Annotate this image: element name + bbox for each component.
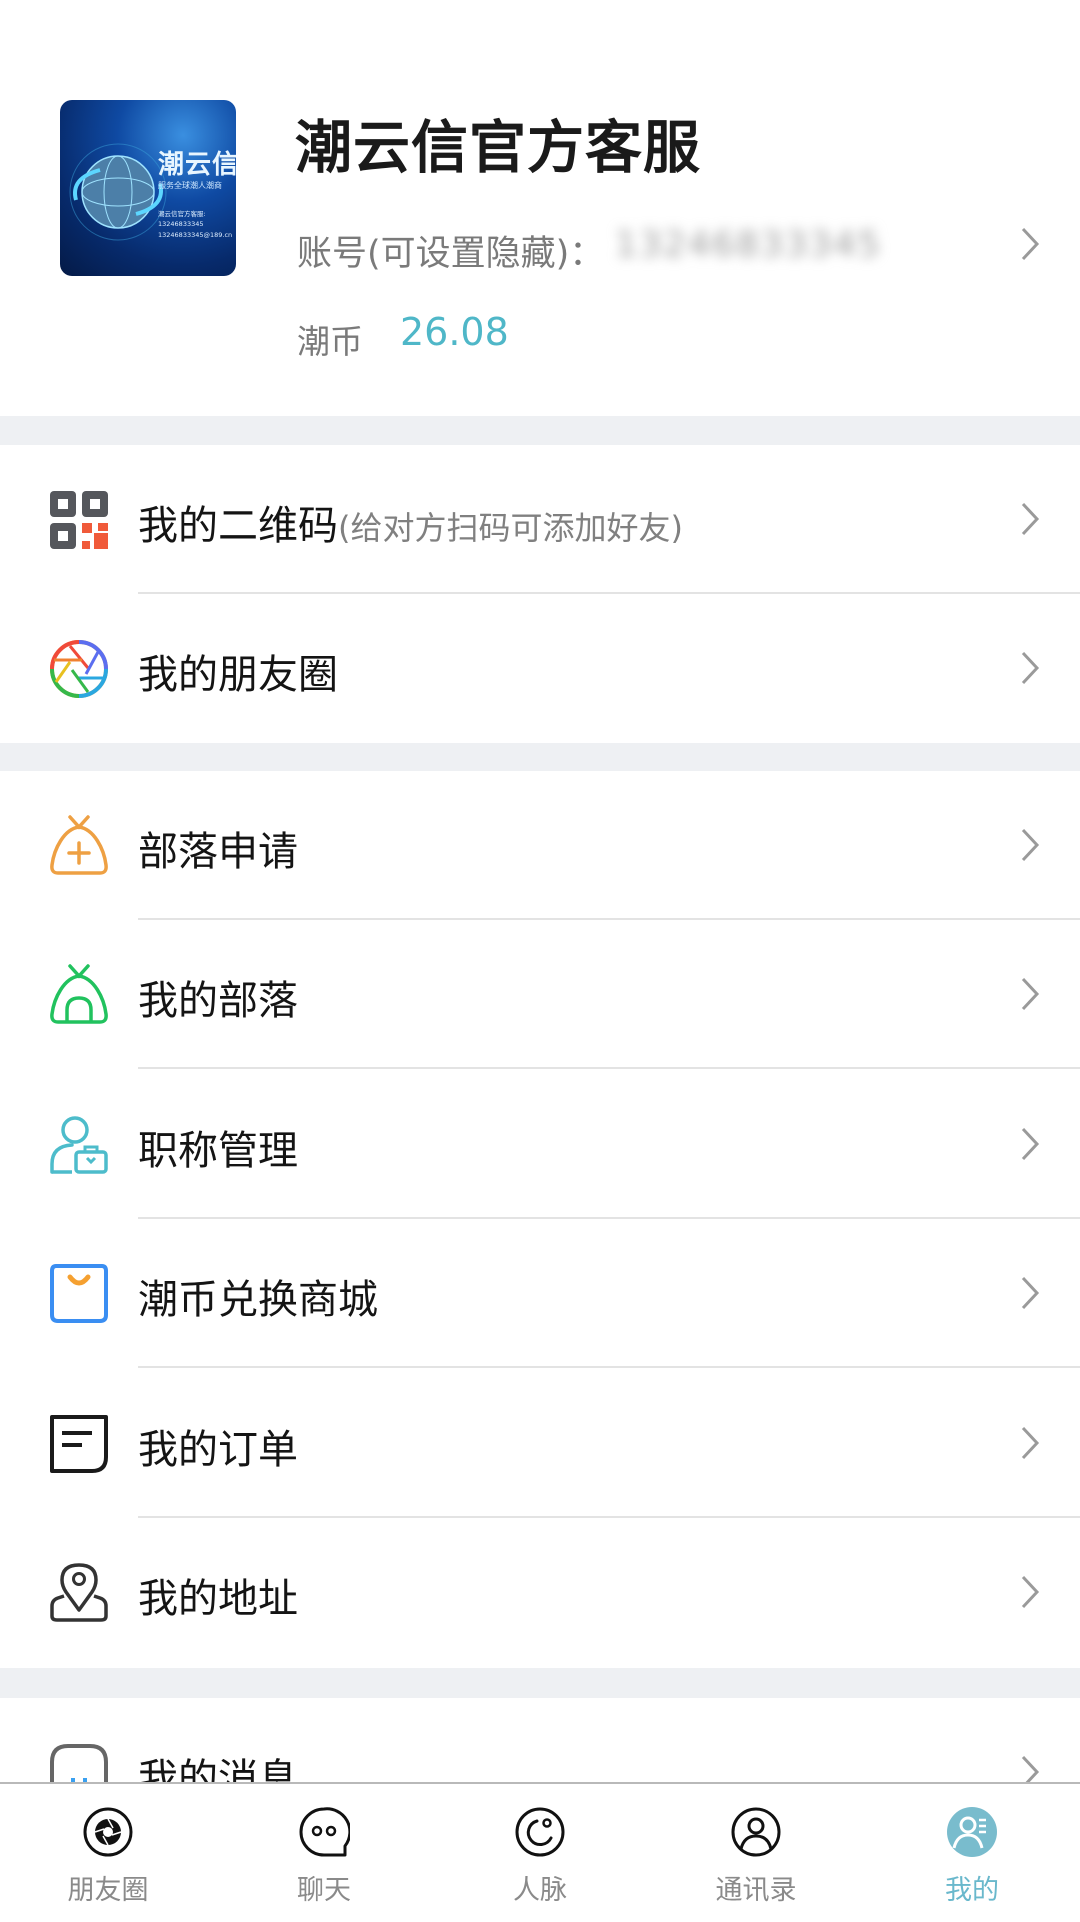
menu-item-qr-code[interactable]: 我的二维码(给对方扫码可添加好友)	[0, 445, 1080, 594]
menu-item-label: 我的部落	[138, 978, 298, 1024]
contacts-icon	[731, 1807, 781, 1857]
chat-icon	[299, 1807, 350, 1857]
menu-item-label: 职称管理	[138, 1128, 298, 1174]
location-pin-icon	[50, 1563, 108, 1622]
menu-item-label: 我的二维码(给对方扫码可添加好友)	[138, 503, 683, 549]
me-icon	[947, 1807, 997, 1857]
connections-icon	[515, 1807, 565, 1857]
menu-item-tribe-apply[interactable]: 部落申请	[0, 771, 1080, 920]
profile-header[interactable]: 潮云信 服务全球潮人潮商 潮云信官方客服: 13246833345 132468…	[0, 0, 1080, 416]
chevron-right-icon	[1021, 828, 1040, 862]
tab-label: 通讯录	[715, 1875, 797, 1906]
section-separator	[0, 1668, 1080, 1698]
menu-item-my-orders[interactable]: 我的订单	[0, 1369, 1080, 1518]
account-label: 账号(可设置隐藏)：	[297, 234, 605, 274]
tab-label: 朋友圈	[67, 1875, 149, 1906]
divider	[138, 1067, 1080, 1069]
menu-item-hint: (给对方扫码可添加好友)	[338, 509, 683, 547]
section-separator	[0, 743, 1080, 771]
coin-balance: 26.08	[400, 310, 509, 354]
chevron-right-icon	[1021, 1575, 1040, 1609]
avatar-line: 13246833345@189.cn	[158, 231, 233, 239]
menu-item-label: 我的订单	[138, 1427, 298, 1473]
bottom-tab-bar: 朋友圈 聊天 人脉 通讯录 我的	[0, 1782, 1080, 1922]
chevron-right-icon	[1021, 502, 1040, 536]
avatar-title: 潮云信	[158, 150, 236, 180]
menu-item-my-moments[interactable]: 我的朋友圈	[0, 594, 1080, 743]
tab-moments[interactable]: 朋友圈	[0, 1784, 216, 1922]
shopping-bag-icon	[50, 1264, 108, 1323]
title-management-icon	[50, 1116, 108, 1174]
tab-label: 聊天	[297, 1875, 351, 1906]
menu-item-title-management[interactable]: 职称管理	[0, 1070, 1080, 1219]
avatar-line: 潮云信官方客服:	[158, 210, 206, 218]
account-value-blurred: 13246833345	[615, 225, 882, 265]
chevron-right-icon	[1021, 1276, 1040, 1310]
moments-icon	[83, 1807, 133, 1857]
menu-item-my-address[interactable]: 我的地址	[0, 1518, 1080, 1667]
tribe-apply-icon	[50, 815, 108, 875]
tab-connections[interactable]: 人脉	[432, 1784, 648, 1922]
coin-label: 潮币	[297, 322, 363, 361]
menu-item-my-tribe[interactable]: 我的部落	[0, 920, 1080, 1069]
chevron-right-icon	[1021, 977, 1040, 1011]
profile-name: 潮云信官方客服	[295, 115, 701, 181]
chevron-right-icon	[1021, 1127, 1040, 1161]
menu-item-label: 我的地址	[138, 1576, 298, 1622]
section-separator	[0, 416, 1080, 445]
tab-label: 人脉	[513, 1875, 567, 1906]
avatar[interactable]: 潮云信 服务全球潮人潮商 潮云信官方客服: 13246833345 132468…	[60, 100, 236, 276]
tab-label: 我的	[945, 1875, 999, 1906]
tab-chat[interactable]: 聊天	[216, 1784, 432, 1922]
menu-item-label: 部落申请	[138, 829, 298, 875]
chevron-right-icon	[1021, 1426, 1040, 1460]
tab-me[interactable]: 我的	[864, 1784, 1080, 1922]
menu-item-coin-mall[interactable]: 潮币兑换商城	[0, 1219, 1080, 1368]
qr-code-icon	[50, 491, 108, 549]
chevron-right-icon	[1021, 227, 1040, 261]
menu-item-label: 潮币兑换商城	[138, 1277, 378, 1323]
tab-contacts[interactable]: 通讯录	[648, 1784, 864, 1922]
chevron-right-icon	[1021, 651, 1040, 685]
my-tribe-icon	[50, 964, 108, 1024]
divider	[138, 1366, 1080, 1368]
moments-aperture-icon	[50, 640, 108, 698]
avatar-line: 13246833345	[158, 220, 204, 228]
avatar-subtitle: 服务全球潮人潮商	[158, 181, 222, 190]
menu-item-label: 我的朋友圈	[138, 652, 338, 698]
order-icon	[50, 1415, 108, 1473]
